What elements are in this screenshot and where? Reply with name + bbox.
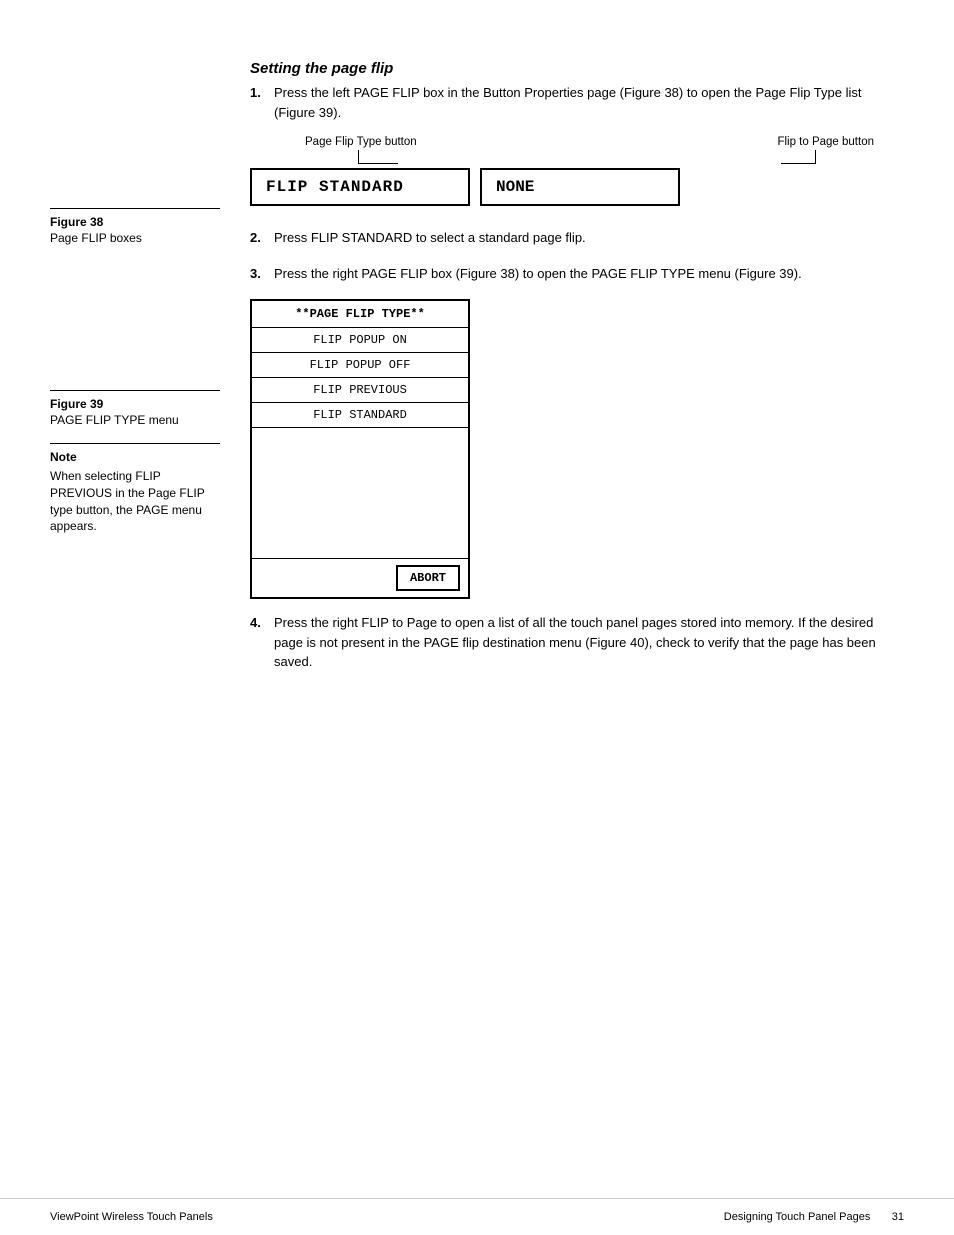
footer-left: ViewPoint Wireless Touch Panels	[50, 1211, 213, 1223]
figure-39-label: Figure 39 PAGE FLIP TYPE menu	[50, 390, 220, 427]
footer-right-text: Designing Touch Panel Pages	[724, 1211, 871, 1223]
step-1: 1. Press the left PAGE FLIP box in the B…	[250, 83, 894, 122]
step-4-number: 4.	[250, 613, 274, 672]
flip-labels-row: Page Flip Type button Flip to Page butto…	[250, 136, 894, 164]
figure-39-desc: PAGE FLIP TYPE menu	[50, 413, 220, 427]
note-block: Note When selecting FLIP PREVIOUS in the…	[50, 443, 220, 535]
note-text: When selecting FLIP PREVIOUS in the Page…	[50, 468, 220, 535]
section-title: Setting the page flip	[250, 60, 894, 77]
steps-list: 1. Press the left PAGE FLIP box in the B…	[250, 83, 894, 672]
figure-38-diagram: Page Flip Type button Flip to Page butto…	[250, 136, 894, 206]
label-page-flip-type: Page Flip Type button	[305, 136, 417, 148]
step-1-number: 1.	[250, 83, 274, 122]
flip-box-right[interactable]: NONE	[480, 168, 680, 206]
page-container: Figure 38 Page FLIP boxes Figure 39 PAGE…	[0, 0, 954, 1235]
step-4-text: Press the right FLIP to Page to open a l…	[274, 613, 894, 672]
flip-menu-item-0[interactable]: FLIP POPUP ON	[252, 328, 468, 353]
step-3: 3. Press the right PAGE FLIP box (Figure…	[250, 264, 894, 284]
step-2: 2. Press FLIP STANDARD to select a stand…	[250, 228, 894, 248]
flip-menu-header: **PAGE FLIP TYPE**	[252, 301, 468, 328]
flip-menu-item-1[interactable]: FLIP POPUP OFF	[252, 353, 468, 378]
flip-type-menu: **PAGE FLIP TYPE** FLIP POPUP ON FLIP PO…	[250, 299, 470, 599]
footer-right: Designing Touch Panel Pages 31	[724, 1211, 904, 1223]
note-title: Note	[50, 450, 220, 464]
step-2-number: 2.	[250, 228, 274, 248]
figure-38-title: Figure 38	[50, 215, 220, 229]
flip-boxes-row: FLIP STANDARD NONE	[250, 168, 894, 206]
figure-38-desc: Page FLIP boxes	[50, 231, 220, 245]
flip-menu-item-2[interactable]: FLIP PREVIOUS	[252, 378, 468, 403]
abort-button[interactable]: ABORT	[396, 565, 460, 591]
figure-39-title: Figure 39	[50, 397, 220, 411]
step-1-text: Press the left PAGE FLIP box in the Butt…	[274, 83, 894, 122]
figure-39-diagram: **PAGE FLIP TYPE** FLIP POPUP ON FLIP PO…	[250, 299, 894, 599]
flip-menu-body	[252, 428, 468, 558]
content-area: Setting the page flip 1. Press the left …	[240, 60, 954, 1138]
flip-box-left[interactable]: FLIP STANDARD	[250, 168, 470, 206]
page-footer: ViewPoint Wireless Touch Panels Designin…	[0, 1198, 954, 1235]
step-4: 4. Press the right FLIP to Page to open …	[250, 613, 894, 672]
connector-left	[358, 150, 398, 164]
step-3-number: 3.	[250, 264, 274, 284]
footer-page: 31	[892, 1211, 904, 1223]
figure-38-label: Figure 38 Page FLIP boxes	[50, 208, 220, 245]
connector-right	[781, 150, 816, 164]
step-2-text: Press FLIP STANDARD to select a standard…	[274, 228, 586, 248]
flip-menu-item-3[interactable]: FLIP STANDARD	[252, 403, 468, 428]
flip-abort-row: ABORT	[252, 558, 468, 597]
sidebar: Figure 38 Page FLIP boxes Figure 39 PAGE…	[0, 60, 240, 1138]
main-content: Figure 38 Page FLIP boxes Figure 39 PAGE…	[0, 0, 954, 1198]
label-flip-to-page: Flip to Page button	[777, 136, 874, 148]
step-3-text: Press the right PAGE FLIP box (Figure 38…	[274, 264, 802, 284]
